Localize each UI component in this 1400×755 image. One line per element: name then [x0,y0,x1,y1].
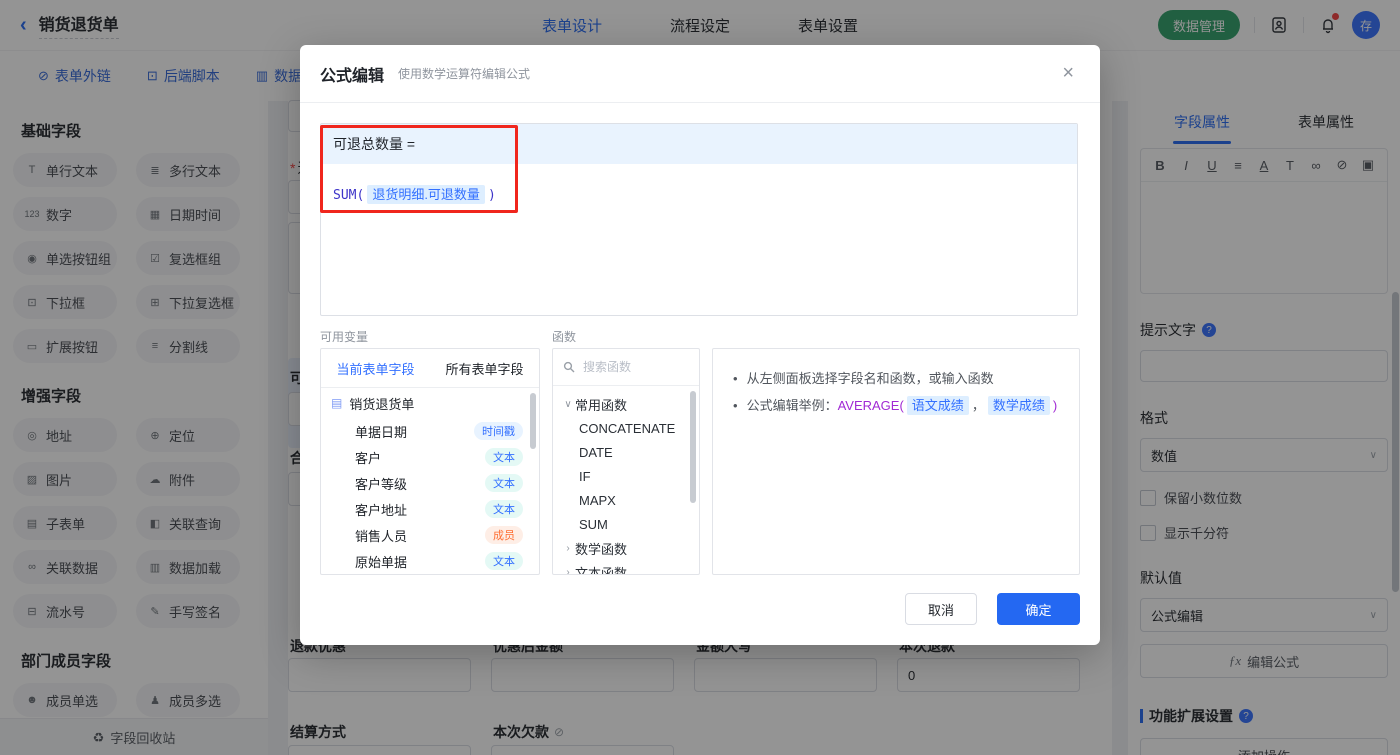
variable-name: 原始单据 [355,554,408,570]
formula-help-panel: 从左侧面板选择字段名和函数，或输入函数 公式编辑举例：AVERAGE(语文成绩，… [712,348,1080,575]
function-item-if[interactable]: IF [553,464,699,488]
confirm-button[interactable]: 确定 [997,593,1080,625]
close-icon[interactable]: × [1062,63,1074,83]
example-close-paren: ) [1052,398,1058,413]
cancel-button[interactable]: 取消 [905,593,977,625]
help-body: 从左侧面板选择字段名和函数，或输入函数 公式编辑举例：AVERAGE(语文成绩，… [713,349,1079,435]
functions-section-label: 函数 [552,330,577,344]
function-search-input[interactable] [581,359,677,375]
example-token: 语文成绩 [906,396,969,415]
variables-panel: 当前表单字段 所有表单字段 ▤ 销货退货单 单据日期 时间戳 客户 文本 客户等级文… [320,348,540,575]
formula-expression: SUM(退货明细.可退数量) [333,184,1077,204]
type-badge: 时间戳 [474,422,523,440]
tip-text: 从左侧面板选择字段名和函数，或输入函数 [746,371,994,386]
app-window: ‹ 销货退货单 表单设计 流程设定 表单设置 数据管理 存 ⊘ 表单外链 ⊡ 后… [0,0,1400,755]
formula-editor[interactable]: 可退总数量 = SUM(退货明细.可退数量) [320,123,1078,316]
variables-section-label: 可用变量 [320,330,369,344]
root-label: 销货退货单 [349,396,415,412]
example-function: AVERAGE( [837,398,904,413]
variable-name: 销售人员 [355,528,408,544]
variables-tabs: 当前表单字段 所有表单字段 [321,349,539,388]
panel-scrollbar[interactable] [690,391,696,503]
group-label: 常用函数 [575,397,628,413]
example-prefix: 公式编辑举例： [746,398,838,413]
help-tip-1: 从左侧面板选择字段名和函数，或输入函数 [727,365,1065,392]
caret-right-icon: › [566,542,570,554]
variable-name: 单据日期 [355,424,408,440]
function-item-concatenate[interactable]: CONCATENATE [553,416,699,440]
caret-right-icon: › [566,566,570,575]
tab-current-form-fields[interactable]: 当前表单字段 [321,349,430,387]
group-label: 数学函数 [575,541,628,557]
panel-scrollbar[interactable] [530,393,536,449]
type-badge: 文本 [485,500,523,518]
function-group-common[interactable]: ∨ 常用函数 [553,392,699,416]
variable-row[interactable]: 客户等级 文本 [321,470,539,496]
modal-header: 公式编辑 使用数学运算符编辑公式 [300,45,1100,103]
variables-tree-root[interactable]: ▤ 销货退货单 [321,388,539,418]
modal-subtitle: 使用数学运算符编辑公式 [398,67,531,81]
function-group-math[interactable]: › 数学函数 [553,536,699,560]
variable-name: 客户 [355,450,382,466]
modal-title: 公式编辑 [320,67,385,85]
function-item-sum[interactable]: SUM [553,512,699,536]
formula-target-row: 可退总数量 = [321,124,1077,164]
modal-footer: 取消 确定 [300,593,1100,625]
formula-edit-modal: 公式编辑 使用数学运算符编辑公式 × 可退总数量 = SUM(退货明细.可退数量… [300,45,1100,645]
formula-field-token[interactable]: 退货明细.可退数量 [367,185,485,204]
type-badge: 文本 [485,552,523,570]
functions-panel: ∨常用函数 CONCATENATE DATE IF MAPX SUM › 数学函数… [552,348,700,575]
variable-row[interactable]: 客户地址 文本 [321,496,539,522]
caret-down-icon: ∨ [564,398,572,410]
formula-target: 可退总数量 = [333,136,416,152]
tab-all-form-fields[interactable]: 所有表单字段 [430,349,539,387]
function-list: ∨ 常用函数 CONCATENATE DATE IF MAPX SUM › 数学函数… [553,386,699,575]
function-search[interactable] [553,349,699,386]
type-badge: 文本 [485,448,523,466]
example-token: 数学成绩 [987,396,1050,415]
formula-function: SUM( [333,188,365,203]
document-icon: ▤ [331,396,343,410]
variable-name: 客户地址 [355,502,408,518]
function-item-date[interactable]: DATE [553,440,699,464]
type-badge: 成员 [485,526,523,544]
example-comma: ， [971,398,985,413]
function-group-text[interactable]: › 文本函数 [553,560,699,575]
formula-close-paren: ) [487,188,496,203]
variable-row[interactable]: 销售人员 成员 [321,522,539,548]
type-badge: 文本 [485,474,523,492]
search-icon [563,361,575,373]
variable-row[interactable]: 客户 文本 [321,444,539,470]
help-tip-2: 公式编辑举例：AVERAGE(语文成绩，数学成绩) [727,392,1065,419]
tip-text: 公式编辑举例：AVERAGE(语文成绩，数学成绩) [746,392,1058,419]
function-item-mapx[interactable]: MAPX [553,488,699,512]
variable-row[interactable]: 原始单据 文本 [321,548,539,574]
variable-row[interactable]: 单据日期 时间戳 [321,418,539,444]
variable-name: 客户等级 [355,476,408,492]
group-label: 文本函数 [575,565,628,575]
